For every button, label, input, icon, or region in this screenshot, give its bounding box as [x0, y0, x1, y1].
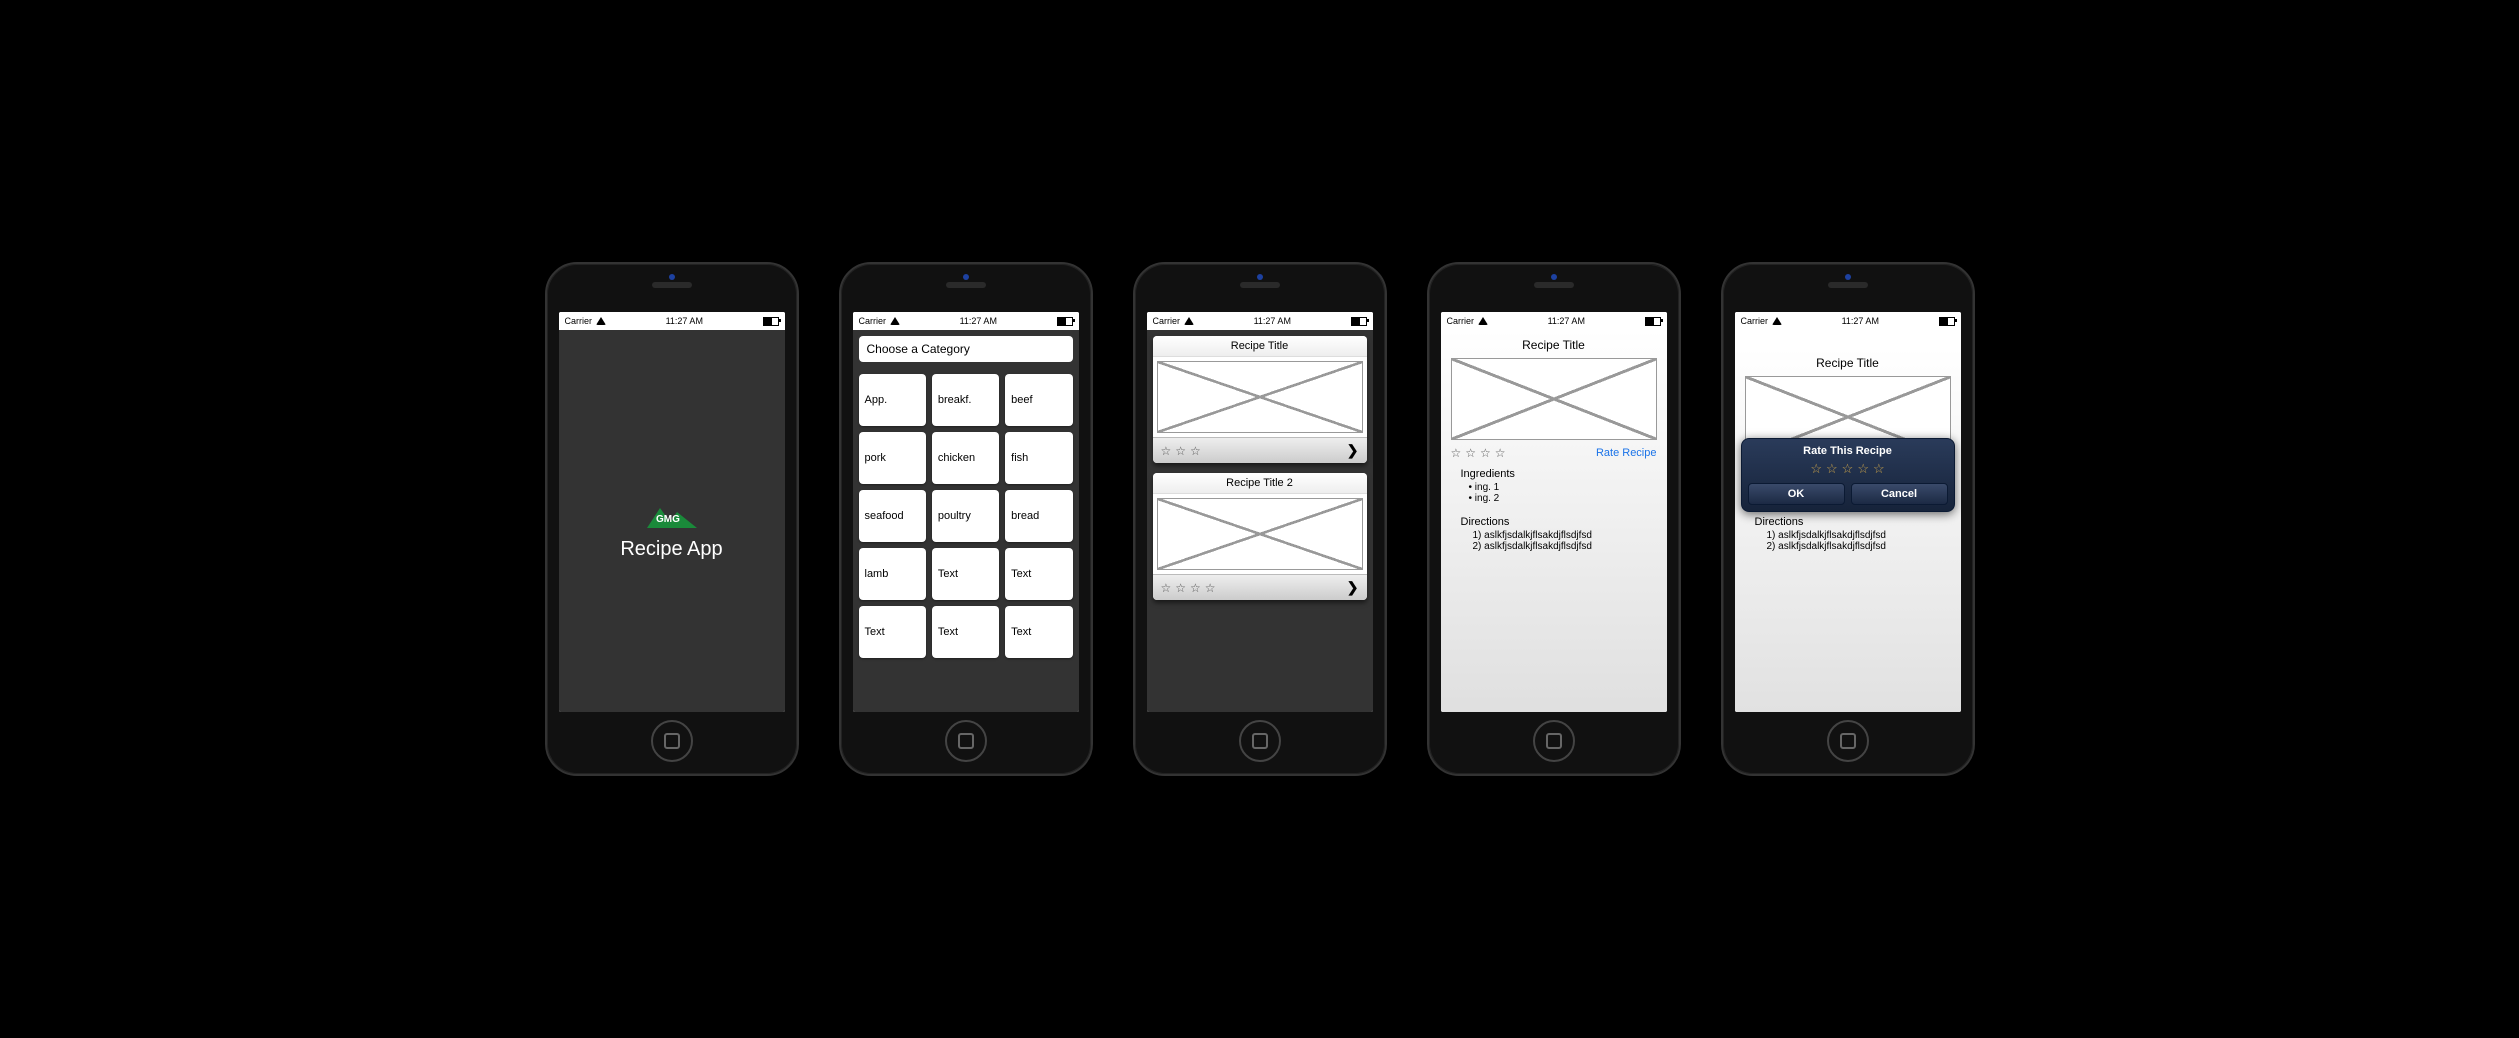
ingredient-item: • ing. 2 [1469, 493, 1657, 504]
status-bar: Carrier 11:27 AM [1147, 312, 1373, 330]
status-bar: Carrier 11:27 AM [559, 312, 785, 330]
clock: 11:27 AM [666, 316, 703, 326]
recipe-card[interactable]: Recipe Title 2 ☆ ☆ ☆ ☆ ❯ [1153, 473, 1367, 600]
wireframe-stage: Carrier 11:27 AM GMG Recipe App Carrier [505, 222, 2015, 816]
status-bar: Carrier 11:27 AM [1441, 312, 1667, 330]
phone-recipe-detail: Carrier 11:27 AM Recipe Title ☆ ☆ ☆ ☆ Ra… [1427, 262, 1681, 776]
star-icon[interactable]: ☆ [1826, 461, 1838, 477]
star-icon: ☆ [1190, 581, 1201, 595]
recipe-title: Recipe Title [1451, 338, 1657, 352]
rating-stars: ☆ ☆ ☆ [1161, 444, 1201, 458]
phone-splash: Carrier 11:27 AM GMG Recipe App [545, 262, 799, 776]
category-tile[interactable]: pork [859, 432, 926, 484]
category-header: Choose a Category [859, 336, 1073, 362]
image-placeholder [1157, 361, 1363, 433]
cancel-button[interactable]: Cancel [1851, 483, 1948, 505]
status-bar: Carrier 11:27 AM [1735, 312, 1961, 330]
category-tile[interactable]: seafood [859, 490, 926, 542]
star-icon: ☆ [1161, 444, 1172, 458]
star-icon: ☆ [1495, 446, 1506, 460]
ingredients-list: • ing. 1 • ing. 2 [1469, 482, 1657, 504]
star-icon[interactable]: ☆ [1857, 461, 1869, 477]
ingredient-item: • ing. 1 [1469, 482, 1657, 493]
dialog-title: Rate This Recipe [1748, 445, 1948, 457]
app-logo: GMG [642, 500, 702, 530]
category-tile[interactable]: App. [859, 374, 926, 426]
directions-list: 1) aslkfjsdalkjflsakdjflsdjfsd 2) aslkfj… [1473, 530, 1657, 552]
home-button[interactable] [1239, 720, 1281, 762]
phone-categories: Carrier 11:27 AM Choose a Category App. … [839, 262, 1093, 776]
wifi-icon [596, 317, 606, 325]
phone-recipe-list: Carrier 11:27 AM Recipe Title ☆ ☆ ☆ ❯ [1133, 262, 1387, 776]
battery-icon [1351, 317, 1367, 326]
battery-icon [763, 317, 779, 326]
recipe-card-title: Recipe Title 2 [1153, 473, 1367, 494]
category-tile[interactable]: poultry [932, 490, 999, 542]
battery-icon [1939, 317, 1955, 326]
category-grid: App. breakf. beef pork chicken fish seaf… [853, 368, 1079, 664]
image-placeholder [1451, 358, 1657, 440]
star-icon: ☆ [1480, 446, 1491, 460]
image-placeholder [1157, 498, 1363, 570]
rating-stars[interactable]: ☆ ☆ ☆ ☆ [1451, 446, 1506, 460]
star-icon: ☆ [1175, 444, 1186, 458]
category-tile[interactable]: breakf. [932, 374, 999, 426]
star-icon[interactable]: ☆ [1842, 461, 1854, 477]
star-icon: ☆ [1161, 581, 1172, 595]
star-icon: ☆ [1205, 581, 1216, 595]
category-tile[interactable]: Text [932, 606, 999, 658]
home-button[interactable] [1533, 720, 1575, 762]
directions-header: Directions [1755, 516, 1951, 528]
chevron-right-icon[interactable]: ❯ [1347, 442, 1359, 459]
direction-step: 2) aslkfjsdalkjflsakdjflsdjfsd [1473, 541, 1657, 552]
dialog-stars[interactable]: ☆ ☆ ☆ ☆ ☆ [1748, 461, 1948, 477]
rate-dialog: Rate This Recipe ☆ ☆ ☆ ☆ ☆ OK Cancel [1741, 438, 1955, 512]
battery-icon [1057, 317, 1073, 326]
ingredients-header: Ingredients [1461, 468, 1657, 480]
star-icon[interactable]: ☆ [1873, 461, 1885, 477]
rate-recipe-link[interactable]: Rate Recipe [1596, 447, 1657, 459]
phone-rate-dialog: Carrier 11:27 AM Recipe Title e a Review… [1721, 262, 1975, 776]
category-tile[interactable]: chicken [932, 432, 999, 484]
directions-header: Directions [1461, 516, 1657, 528]
star-icon: ☆ [1175, 581, 1186, 595]
category-tile[interactable]: Text [1005, 606, 1072, 658]
wifi-icon [890, 317, 900, 325]
home-button[interactable] [945, 720, 987, 762]
ok-button[interactable]: OK [1748, 483, 1845, 505]
category-tile[interactable]: fish [1005, 432, 1072, 484]
recipe-card[interactable]: Recipe Title ☆ ☆ ☆ ❯ [1153, 336, 1367, 463]
category-tile[interactable]: Text [1005, 548, 1072, 600]
app-title: Recipe App [620, 538, 722, 561]
wifi-icon [1478, 317, 1488, 325]
rating-stars: ☆ ☆ ☆ ☆ [1161, 581, 1216, 595]
directions-list: 1) aslkfjsdalkjflsakdjflsdjfsd 2) aslkfj… [1767, 530, 1951, 552]
recipe-card-title: Recipe Title [1153, 336, 1367, 357]
direction-step: 2) aslkfjsdalkjflsakdjflsdjfsd [1767, 541, 1951, 552]
category-tile[interactable]: lamb [859, 548, 926, 600]
home-button[interactable] [1827, 720, 1869, 762]
star-icon: ☆ [1465, 446, 1476, 460]
battery-icon [1645, 317, 1661, 326]
logo-text: GMG [656, 514, 680, 525]
status-bar: Carrier 11:27 AM [853, 312, 1079, 330]
recipe-title: Recipe Title [1745, 356, 1951, 370]
direction-step: 1) aslkfjsdalkjflsakdjflsdjfsd [1473, 530, 1657, 541]
carrier-label: Carrier [565, 316, 593, 326]
direction-step: 1) aslkfjsdalkjflsakdjflsdjfsd [1767, 530, 1951, 541]
category-tile[interactable]: Text [859, 606, 926, 658]
home-button[interactable] [651, 720, 693, 762]
wifi-icon [1184, 317, 1194, 325]
wifi-icon [1772, 317, 1782, 325]
star-icon: ☆ [1451, 446, 1462, 460]
star-icon[interactable]: ☆ [1810, 461, 1822, 477]
category-tile[interactable]: bread [1005, 490, 1072, 542]
category-tile[interactable]: beef [1005, 374, 1072, 426]
category-tile[interactable]: Text [932, 548, 999, 600]
chevron-right-icon[interactable]: ❯ [1347, 579, 1359, 596]
star-icon: ☆ [1190, 444, 1201, 458]
